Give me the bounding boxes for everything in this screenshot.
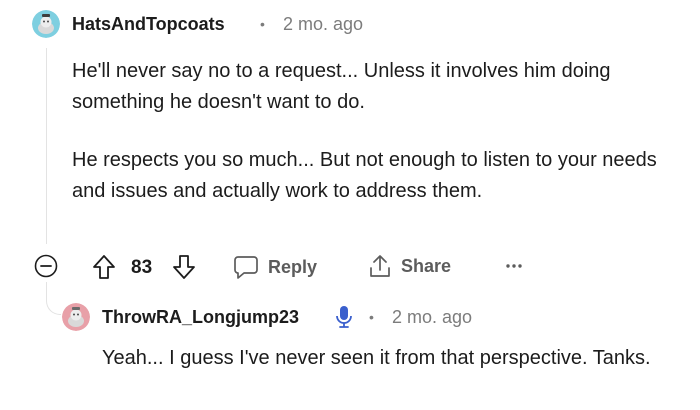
vote-count-value: 83 (131, 257, 153, 278)
upvote-button[interactable] (92, 254, 116, 280)
reply-username[interactable]: ThrowRA_Longjump23 (102, 307, 299, 328)
reply-avatar[interactable] (62, 303, 90, 331)
vote-count: 83 (131, 257, 152, 279)
more-options-button[interactable] (504, 256, 524, 276)
avatar[interactable] (32, 10, 60, 38)
arrow-up-icon (93, 255, 115, 279)
snoo-avatar-icon (32, 10, 60, 38)
thread-line (46, 48, 47, 244)
share-button[interactable]: Share (368, 253, 451, 279)
share-icon (370, 255, 390, 277)
collapse-button[interactable] (34, 254, 58, 278)
speech-bubble-icon (234, 256, 258, 279)
minus-circle-icon (34, 254, 58, 278)
comment-username[interactable]: HatsAndTopcoats (72, 14, 225, 35)
separator-dot: • (369, 309, 374, 325)
comment-paragraph: He respects you so much... But not enoug… (72, 149, 657, 202)
downvote-button[interactable] (172, 254, 196, 280)
arrow-down-icon (173, 255, 195, 279)
reply-text: Yeah... I guess I've never seen it from … (102, 347, 651, 369)
comment-timestamp: 2 mo. ago (283, 14, 364, 34)
separator-dot: • (260, 16, 265, 32)
snoo-avatar-icon (62, 303, 90, 331)
comment-paragraph: He'll never say no to a request... Unles… (72, 60, 611, 113)
reply-label: Reply (268, 256, 318, 277)
microphone-icon (333, 304, 355, 330)
ellipsis-icon (506, 264, 522, 268)
reply-button[interactable]: Reply (233, 254, 317, 280)
reply-connector-line (46, 282, 61, 315)
share-label: Share (401, 255, 452, 276)
reply-timestamp: 2 mo. ago (392, 307, 473, 327)
